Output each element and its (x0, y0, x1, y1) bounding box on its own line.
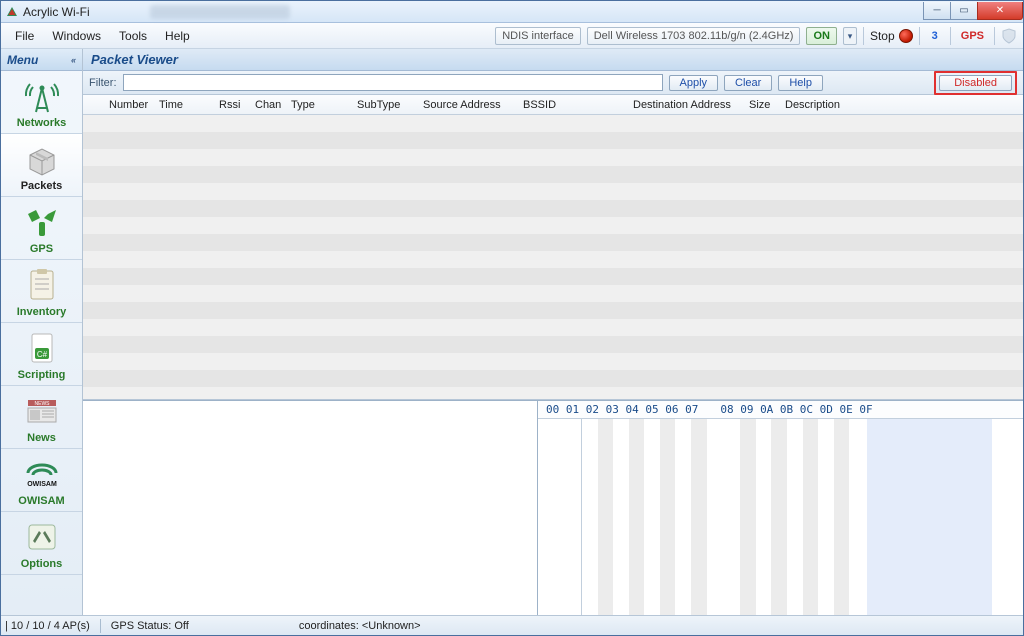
titlebar: Acrylic Wi-Fi ─ ▭ ✕ (1, 1, 1023, 23)
svg-text:NEWS: NEWS (34, 401, 50, 407)
close-button[interactable]: ✕ (977, 2, 1023, 20)
th-desc[interactable]: Description (779, 99, 1023, 111)
sidemenu-label: GPS (3, 243, 80, 255)
sidemenu-item-packets[interactable]: Packets (1, 134, 82, 197)
menubar: File Windows Tools Help NDIS interface D… (1, 23, 1023, 49)
separator (919, 27, 920, 45)
window-buttons: ─ ▭ ✕ (924, 2, 1023, 22)
on-toggle-dropdown[interactable]: ▾ (843, 27, 857, 45)
sidemenu-label: News (3, 432, 80, 444)
th-number[interactable]: Number (103, 99, 153, 111)
disabled-button[interactable]: Disabled (939, 75, 1012, 91)
body: Menu « Networks Packets GPS (1, 49, 1023, 615)
sidemenu-label: OWISAM (3, 495, 80, 507)
menu-help[interactable]: Help (157, 25, 198, 47)
detail-pane: 00 01 02 03 04 05 06 07 08 09 0A 0B 0C 0… (83, 400, 1023, 615)
th-chan[interactable]: Chan (249, 99, 285, 111)
th-type[interactable]: Type (285, 99, 351, 111)
status-gps: GPS Status: Off (111, 620, 189, 632)
svg-text:C#: C# (36, 350, 47, 359)
filter-label: Filter: (89, 77, 117, 89)
menu-file[interactable]: File (7, 25, 42, 47)
script-icon: C# (3, 329, 80, 367)
clear-button[interactable]: Clear (724, 75, 772, 91)
interface-dropdown[interactable]: NDIS interface (495, 27, 581, 45)
th-rssi[interactable]: Rssi (213, 99, 249, 111)
clipboard-icon (3, 266, 80, 304)
hex-header-b: 08 09 0A 0B 0C 0D 0E 0F (720, 403, 872, 416)
sidemenu-label: Inventory (3, 306, 80, 318)
th-src[interactable]: Source Address (417, 99, 517, 111)
title-blur-region (150, 5, 290, 19)
sidemenu-item-news[interactable]: NEWS News (1, 386, 82, 449)
adapter-dropdown[interactable]: Dell Wireless 1703 802.11b/g/n (2.4GHz) (587, 27, 801, 45)
on-toggle[interactable]: ON (806, 27, 837, 45)
help-button[interactable]: Help (778, 75, 823, 91)
separator (100, 619, 101, 633)
tree-pane[interactable] (83, 401, 538, 615)
satellite-icon (3, 203, 80, 241)
maximize-button[interactable]: ▭ (950, 2, 978, 20)
toolbar-right: NDIS interface Dell Wireless 1703 802.11… (495, 27, 1017, 45)
sidemenu-label: Packets (3, 180, 80, 192)
sidemenu-item-owisam[interactable]: OWISAM OWISAM (1, 449, 82, 512)
sidemenu-item-gps[interactable]: GPS (1, 197, 82, 260)
menu-tools[interactable]: Tools (111, 25, 155, 47)
sidemenu-item-options[interactable]: Options (1, 512, 82, 575)
status-bar: | 10 / 10 / 4 AP(s) GPS Status: Off coor… (1, 615, 1023, 635)
antenna-icon (3, 77, 80, 115)
hex-header: 00 01 02 03 04 05 06 07 08 09 0A 0B 0C 0… (538, 401, 1023, 419)
shield-icon[interactable] (1001, 28, 1017, 44)
collapse-icon: « (71, 55, 76, 65)
disabled-highlight: Disabled (934, 71, 1017, 95)
capture-count: 3 (926, 30, 944, 42)
th-subtype[interactable]: SubType (351, 99, 417, 111)
table-header: Number Time Rssi Chan Type SubType Sourc… (83, 95, 1023, 115)
main-panel: Packet Viewer Filter: Apply Clear Help D… (83, 49, 1023, 615)
filter-bar: Filter: Apply Clear Help Disabled (83, 71, 1023, 95)
tools-icon (3, 518, 80, 556)
sidemenu-label: Scripting (3, 369, 80, 381)
table-body[interactable] (83, 115, 1023, 400)
sidemenu: Menu « Networks Packets GPS (1, 49, 83, 615)
window-title: Acrylic Wi-Fi (23, 5, 90, 19)
sidemenu-label: Options (3, 558, 80, 570)
app-icon (5, 5, 19, 19)
app-window: Acrylic Wi-Fi ─ ▭ ✕ File Windows Tools H… (0, 0, 1024, 636)
menu-windows[interactable]: Windows (44, 25, 109, 47)
sidemenu-item-inventory[interactable]: Inventory (1, 260, 82, 323)
stop-label: Stop (870, 29, 895, 43)
sidemenu-item-scripting[interactable]: C# Scripting (1, 323, 82, 386)
th-bssid[interactable]: BSSID (517, 99, 627, 111)
stop-button[interactable]: Stop (870, 29, 913, 43)
sidemenu-item-networks[interactable]: Networks (1, 71, 82, 134)
filter-input[interactable] (123, 74, 663, 91)
hex-header-a: 00 01 02 03 04 05 06 07 (546, 403, 698, 416)
hex-offset-column (538, 419, 582, 615)
sidemenu-header[interactable]: Menu « (1, 49, 82, 71)
th-size[interactable]: Size (743, 99, 779, 111)
status-aps: | 10 / 10 / 4 AP(s) (5, 620, 90, 632)
separator (863, 27, 864, 45)
hex-grid (582, 419, 1023, 615)
th-dst[interactable]: Destination Address (627, 99, 743, 111)
status-coords: coordinates: <Unknown> (299, 620, 421, 632)
separator (994, 27, 995, 45)
svg-text:OWISAM: OWISAM (27, 481, 57, 488)
hex-body[interactable] (538, 419, 1023, 615)
apply-button[interactable]: Apply (669, 75, 719, 91)
th-time[interactable]: Time (153, 99, 213, 111)
hex-pane: 00 01 02 03 04 05 06 07 08 09 0A 0B 0C 0… (538, 401, 1023, 615)
sidemenu-header-label: Menu (7, 53, 38, 67)
record-icon (899, 29, 913, 43)
news-icon: NEWS (3, 392, 80, 430)
owisam-icon: OWISAM (3, 455, 80, 493)
sidemenu-label: Networks (3, 117, 80, 129)
panel-title: Packet Viewer (83, 49, 1023, 71)
separator (950, 27, 951, 45)
package-icon (3, 140, 80, 178)
minimize-button[interactable]: ─ (923, 2, 951, 20)
gps-indicator[interactable]: GPS (957, 30, 988, 42)
